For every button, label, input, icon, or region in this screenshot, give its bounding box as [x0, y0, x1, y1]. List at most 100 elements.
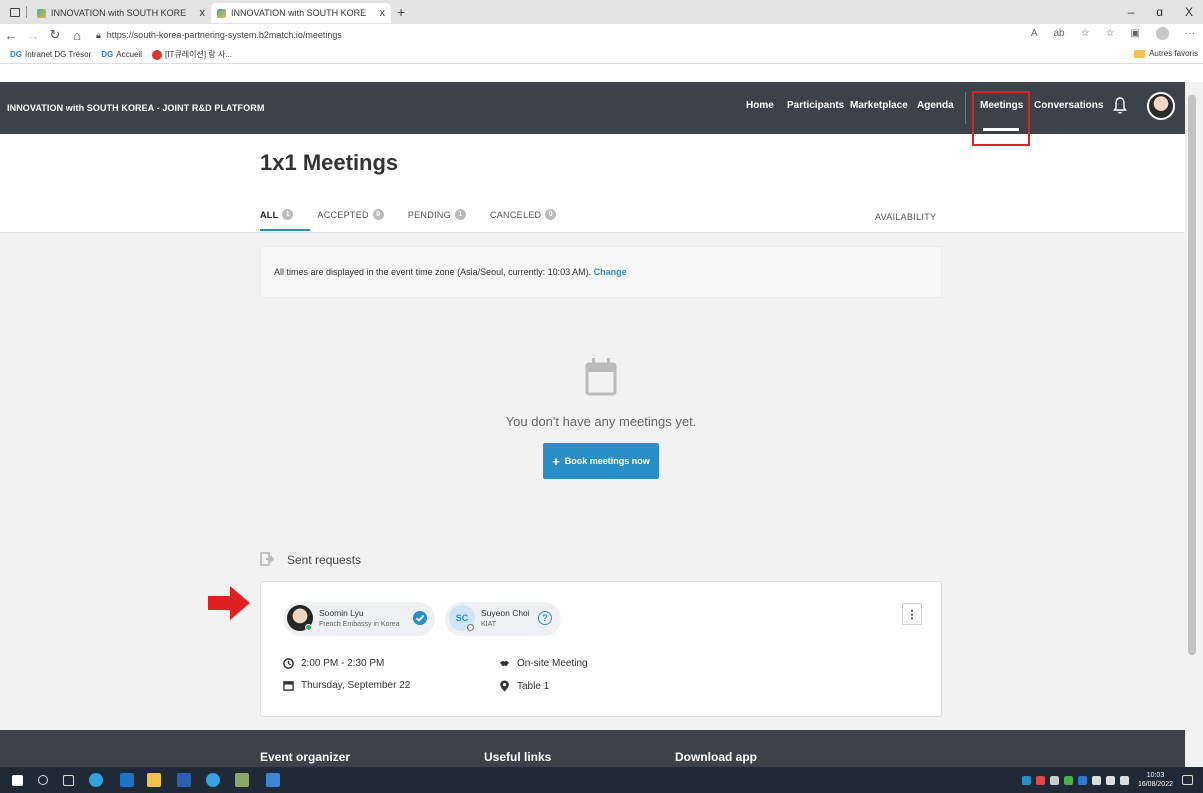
- keyboard-icon[interactable]: [1119, 775, 1129, 785]
- tab-accepted[interactable]: ACCEPTED 0: [317, 209, 384, 220]
- close-tab-icon[interactable]: x: [200, 7, 206, 19]
- address-bar: ← → ↻ ⌂ 🔒︎ https://south-korea-partnerin…: [0, 24, 1203, 46]
- online-status-icon: [305, 624, 312, 631]
- bookmark-it-curation[interactable]: [IT큐레이션] 랑 사...: [152, 49, 232, 60]
- book-meetings-button[interactable]: + Book meetings now: [543, 443, 659, 479]
- notifications-icon[interactable]: [1182, 775, 1193, 785]
- count-badge: 0: [372, 209, 384, 220]
- app-icon[interactable]: [235, 773, 249, 787]
- active-tab-indicator: [260, 229, 310, 231]
- more-options-button[interactable]: ⋮: [902, 603, 922, 625]
- taskbar-clock[interactable]: 10:03 16/08/2022: [1138, 771, 1173, 789]
- windows-start-icon[interactable]: [12, 775, 23, 786]
- clock-icon: [283, 658, 294, 669]
- tray-icon[interactable]: [1077, 775, 1087, 785]
- nav-home[interactable]: Home: [746, 100, 774, 111]
- bookmark-label: [IT큐레이션] 랑 사...: [165, 50, 232, 59]
- outlook-icon[interactable]: [120, 773, 134, 787]
- user-avatar[interactable]: [1147, 92, 1175, 120]
- nav-marketplace[interactable]: Marketplace: [850, 100, 908, 111]
- scrollbar-thumb[interactable]: [1188, 95, 1196, 655]
- tray-icon[interactable]: [1063, 775, 1073, 785]
- skype-icon[interactable]: [206, 773, 220, 787]
- new-tab-button[interactable]: +: [397, 4, 405, 20]
- tab-pending[interactable]: PENDING 1: [408, 209, 466, 220]
- windows-taskbar: 10:03 16/08/2022: [0, 767, 1203, 793]
- meeting-time-text: 2:00 PM - 2:30 PM: [301, 658, 385, 669]
- edge-icon[interactable]: [89, 773, 103, 787]
- bookmark-label: Intranet DG Trésor: [25, 50, 92, 59]
- tab-actions-icon[interactable]: [10, 7, 20, 17]
- refresh-icon[interactable]: ↻: [44, 27, 66, 43]
- nav-divider: [965, 92, 966, 124]
- participant-chip[interactable]: Soomin Lyu French Embassy in Korea: [283, 602, 435, 636]
- footer-event-organizer: Event organizer: [260, 750, 351, 764]
- other-favorites[interactable]: Autres favoris: [1134, 49, 1198, 58]
- paint-icon[interactable]: [266, 773, 280, 787]
- meeting-request-card: Soomin Lyu French Embassy in Korea SC Su…: [260, 581, 942, 717]
- nav-conversations[interactable]: Conversations: [1034, 100, 1103, 111]
- tab-availability[interactable]: AVAILABILITY: [875, 212, 936, 222]
- red-arrow-icon: [208, 586, 250, 620]
- translate-icon[interactable]: ab: [1053, 28, 1064, 39]
- nav-participants[interactable]: Participants: [787, 100, 844, 111]
- plus-icon: +: [552, 453, 560, 469]
- tray-icon[interactable]: [1035, 775, 1045, 785]
- more-icon[interactable]: ···: [1185, 28, 1195, 39]
- count-badge: 1: [282, 209, 294, 220]
- browser-tab-1[interactable]: INNOVATION with SOUTH KORE x: [31, 3, 211, 23]
- favorite-star-icon[interactable]: ☆: [1081, 28, 1090, 39]
- browser-tab-2[interactable]: INNOVATION with SOUTH KORE x: [211, 3, 391, 23]
- bookmark-label: Accueil: [116, 50, 143, 59]
- collections-icon[interactable]: ▣: [1131, 28, 1140, 39]
- bell-icon[interactable]: [1113, 96, 1127, 116]
- file-explorer-icon[interactable]: [147, 773, 161, 787]
- url-field[interactable]: 🔒︎ https://south-korea-partnering-system…: [96, 30, 342, 41]
- search-icon[interactable]: [38, 775, 48, 785]
- tray-icon[interactable]: [1021, 775, 1031, 785]
- book-button-label: Book meetings now: [564, 456, 650, 466]
- footer-download-app: Download app: [675, 750, 757, 764]
- dg-icon: DG: [101, 50, 114, 59]
- brand-title[interactable]: INNOVATION with SOUTH KOREA - JOINT R&D …: [7, 103, 264, 113]
- change-timezone-link[interactable]: Change: [594, 267, 627, 277]
- network-icon[interactable]: [1091, 775, 1101, 785]
- timezone-text: All times are displayed in the event tim…: [274, 267, 592, 277]
- tab-canceled[interactable]: CANCELED 0: [490, 209, 557, 220]
- bookmark-accueil[interactable]: DG Accueil: [101, 50, 142, 59]
- nav-agenda[interactable]: Agenda: [917, 100, 954, 111]
- home-icon[interactable]: ⌂: [66, 28, 88, 43]
- browser-tab-bar: INNOVATION with SOUTH KORE x INNOVATION …: [0, 0, 1203, 24]
- close-tab-icon[interactable]: x: [380, 7, 386, 19]
- clock-date: 16/08/2022: [1137, 781, 1173, 788]
- calendar-icon: [585, 358, 617, 396]
- dg-icon: DG: [10, 50, 22, 59]
- bookmark-intranet[interactable]: DG Intranet DG Trésor: [10, 50, 91, 59]
- participant-chip[interactable]: SC Suyeon Choi KIAT ?: [445, 602, 561, 636]
- meeting-date-text: Thursday, September 22: [301, 680, 411, 691]
- forward-icon[interactable]: →: [22, 28, 44, 43]
- tab-label: ACCEPTED: [317, 209, 369, 220]
- timezone-notice: All times are displayed in the event tim…: [260, 246, 942, 298]
- restore-button[interactable]: ɑ: [1156, 5, 1163, 19]
- tray-icon[interactable]: [1049, 775, 1059, 785]
- favorites-list-icon[interactable]: ☆: [1106, 28, 1115, 39]
- participant-org: KIAT: [481, 621, 497, 628]
- volume-icon[interactable]: [1105, 775, 1115, 785]
- folder-icon: [1134, 49, 1146, 58]
- minimize-button[interactable]: –: [1128, 5, 1135, 19]
- close-window-button[interactable]: X: [1185, 5, 1193, 19]
- back-icon[interactable]: ←: [0, 28, 22, 43]
- accepted-check-icon: [413, 611, 427, 625]
- browser-toolbar: A ab ☆ ☆ ▣ ···: [1031, 27, 1195, 40]
- word-icon[interactable]: [177, 773, 191, 787]
- task-view-icon[interactable]: [63, 775, 74, 786]
- read-aloud-icon[interactable]: A: [1031, 28, 1038, 39]
- tab-label: ALL: [260, 209, 279, 220]
- bookmarks-bar: DG Intranet DG Trésor DG Accueil [IT큐레이션…: [0, 46, 1203, 64]
- tab-all[interactable]: ALL 1: [260, 209, 294, 220]
- meeting-type-text: On-site Meeting: [517, 658, 588, 669]
- profile-icon[interactable]: [1156, 27, 1169, 40]
- clock-time: 10:03: [1146, 772, 1165, 779]
- participant-org: French Embassy in Korea: [319, 621, 400, 628]
